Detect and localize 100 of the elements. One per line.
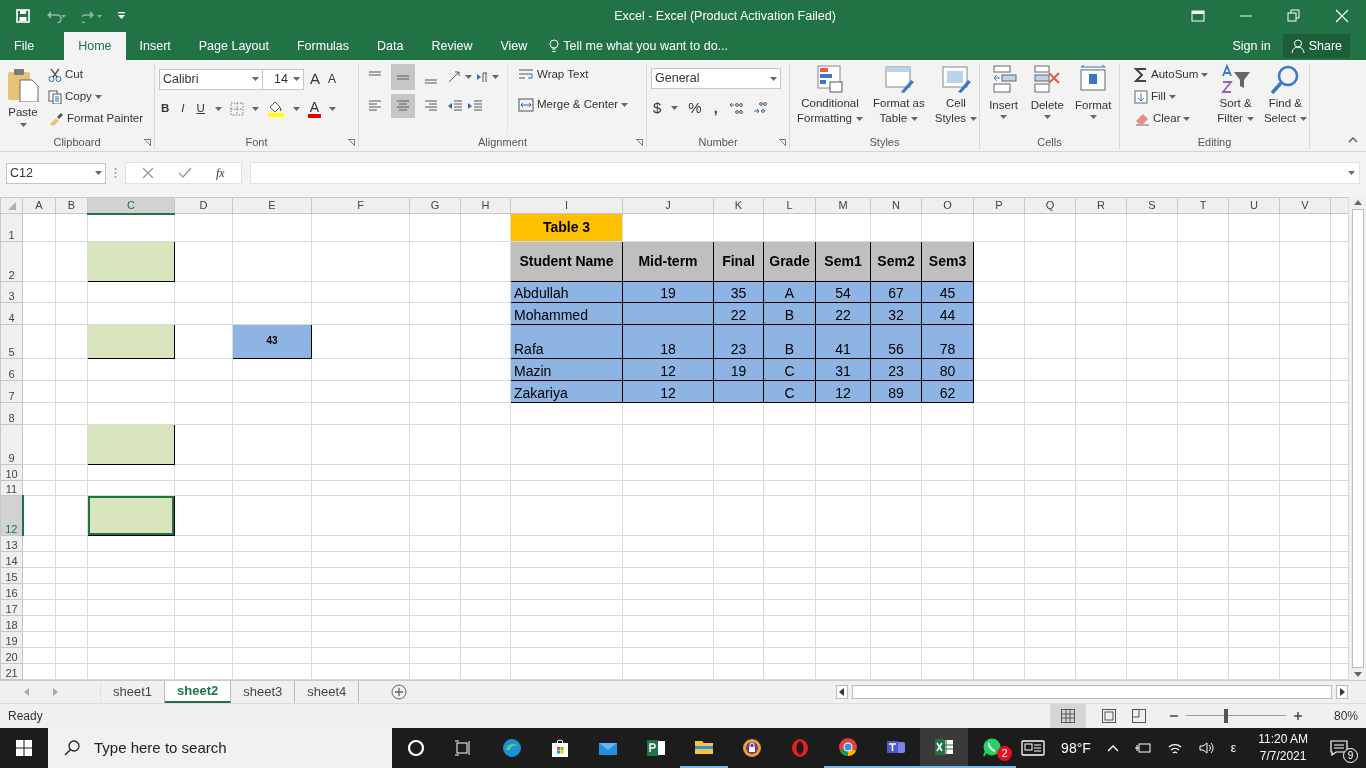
battery-icon[interactable] — [1134, 742, 1151, 754]
column-header[interactable]: A — [22, 197, 56, 214]
copy-button[interactable]: Copy — [46, 86, 146, 108]
column-heading[interactable]: Grade — [763, 241, 816, 282]
row-header[interactable]: 5 — [0, 324, 23, 359]
row-header[interactable]: 12 — [0, 495, 23, 536]
wifi-icon[interactable] — [1166, 741, 1183, 755]
table-cell[interactable]: 18 — [622, 324, 714, 359]
row-header[interactable]: 1 — [0, 213, 23, 242]
column-header[interactable]: B — [55, 197, 88, 214]
page-break-view-icon[interactable] — [1131, 709, 1146, 723]
column-header[interactable]: O — [921, 197, 974, 214]
fill-button[interactable]: Fill — [1132, 86, 1211, 108]
column-header[interactable]: R — [1075, 197, 1127, 214]
ribbon-tab[interactable]: Data — [363, 32, 418, 60]
row-header[interactable]: 3 — [0, 281, 23, 303]
clear-button[interactable]: Clear — [1132, 108, 1211, 130]
column-header[interactable]: S — [1126, 197, 1178, 214]
orientation-icon[interactable] — [447, 70, 461, 84]
table-cell[interactable]: 43 — [232, 324, 312, 359]
column-header[interactable]: N — [870, 197, 922, 214]
ribbon-tab[interactable]: File — [0, 32, 49, 60]
percent-button[interactable]: % — [686, 97, 704, 119]
zoom-out-icon[interactable] — [1169, 712, 1178, 720]
chat-taskbar-button[interactable]: 2 — [968, 728, 1016, 768]
scroll-right-icon[interactable] — [1336, 685, 1348, 699]
column-heading[interactable]: Sem3 — [921, 241, 974, 282]
merge-center-button[interactable]: Merge & Center — [516, 94, 631, 116]
column-header[interactable]: D — [174, 197, 233, 214]
row-header[interactable]: 2 — [0, 241, 23, 282]
column-header[interactable]: Q — [1024, 197, 1076, 214]
dialog-launcher-icon[interactable] — [144, 139, 151, 146]
conditional-formatting-button[interactable]: Conditional Formatting — [794, 64, 866, 134]
column-header[interactable]: T — [1177, 197, 1229, 214]
dialog-launcher-icon[interactable] — [779, 139, 786, 146]
shaded-cell[interactable] — [87, 495, 175, 536]
cut-button[interactable]: Cut — [46, 64, 146, 86]
bold-button[interactable]: B — [159, 98, 172, 120]
name-box[interactable]: C12 — [6, 162, 106, 184]
cell-styles-button[interactable]: Cell Styles — [931, 64, 981, 134]
ribbon-display-icon[interactable] — [1191, 9, 1205, 23]
collapse-ribbon-icon[interactable] — [1348, 137, 1358, 143]
table-title[interactable]: Table 3 — [510, 213, 623, 242]
share-button[interactable]: Share — [1282, 34, 1350, 58]
scroll-down-icon[interactable] — [1353, 672, 1362, 677]
sheet-tab[interactable]: sheet2 — [165, 681, 232, 703]
column-header[interactable]: F — [311, 197, 410, 214]
table-cell[interactable]: 41 — [815, 324, 871, 359]
sign-in-link[interactable]: Sign in — [1232, 36, 1271, 56]
grow-font-button[interactable]: A — [308, 68, 322, 90]
format-painter-button[interactable]: Format Painter — [46, 108, 146, 130]
page-layout-view-icon[interactable] — [1101, 709, 1116, 723]
chevron-up-icon[interactable] — [1106, 744, 1119, 752]
column-header[interactable]: K — [713, 197, 764, 214]
scroll-left-icon[interactable] — [836, 685, 848, 699]
dialog-launcher-icon[interactable] — [348, 139, 355, 146]
normal-view-icon[interactable] — [1060, 709, 1075, 723]
table-cell[interactable]: B — [763, 324, 816, 359]
add-sheet-icon[interactable] — [391, 684, 408, 700]
column-header[interactable]: V — [1279, 197, 1331, 214]
zoom-slider-thumb[interactable] — [1223, 709, 1228, 723]
font-size-field[interactable]: 14 — [262, 68, 304, 90]
zoom-slider[interactable] — [1185, 709, 1286, 723]
taskbar-search-field[interactable]: Type here to search — [48, 728, 392, 768]
enter-icon[interactable] — [178, 167, 192, 179]
delete-button[interactable]: Delete — [1027, 64, 1067, 134]
table-cell[interactable]: 56 — [870, 324, 922, 359]
ribbon-tab[interactable]: View — [486, 32, 542, 60]
column-header[interactable]: P — [973, 197, 1025, 214]
paste-button[interactable]: Paste — [4, 64, 42, 134]
customize-icon[interactable] — [118, 12, 126, 20]
font-color-button[interactable]: A — [307, 100, 322, 118]
redo-icon[interactable] — [82, 9, 102, 23]
sort-filter-button[interactable]: Sort & Filter — [1214, 64, 1257, 134]
underline-button[interactable]: U — [194, 98, 207, 120]
close-icon[interactable] — [1335, 9, 1349, 23]
dialog-launcher-icon[interactable] — [636, 139, 643, 146]
shrink-font-button[interactable]: A — [326, 68, 339, 90]
column-heading[interactable]: Final — [713, 241, 764, 282]
table-cell[interactable]: 78 — [921, 324, 974, 359]
shaded-cell[interactable] — [87, 324, 175, 359]
news-icon[interactable] — [1021, 739, 1046, 757]
column-header[interactable]: E — [232, 197, 312, 214]
horizontal-scrollbar[interactable] — [836, 684, 1348, 700]
italic-button[interactable]: I — [179, 98, 187, 120]
restore-icon[interactable] — [1287, 9, 1301, 23]
wrap-text-button[interactable]: Wrap Text — [516, 64, 631, 86]
zoom-in-icon[interactable] — [1293, 712, 1302, 720]
column-header[interactable]: M — [815, 197, 871, 214]
text-direction-icon[interactable] — [476, 71, 488, 83]
column-header[interactable]: I — [510, 197, 623, 214]
table-cell[interactable]: 23 — [713, 324, 764, 359]
vertical-scrollbar[interactable] — [1348, 197, 1366, 680]
windows-start-icon[interactable] — [16, 740, 32, 756]
comma-button[interactable]: , — [711, 97, 720, 119]
decrease-decimal-icon[interactable] — [727, 101, 744, 115]
insert-function-button[interactable]: fx — [216, 164, 225, 182]
shaded-cell[interactable] — [87, 424, 175, 465]
ribbon-tab[interactable]: Review — [417, 32, 487, 60]
row-header[interactable]: 4 — [0, 302, 23, 325]
